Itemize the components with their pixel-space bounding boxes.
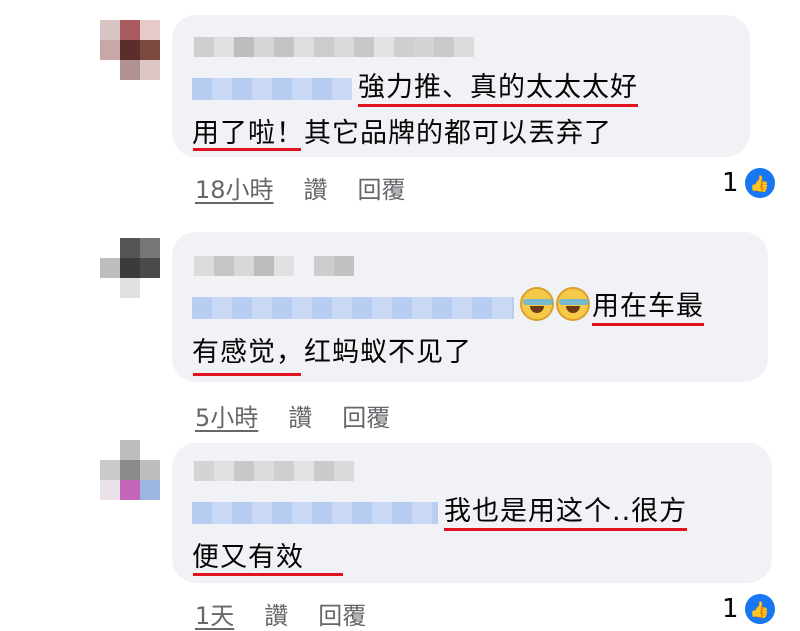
like-button[interactable]: 讚 [304,170,328,205]
comment-line: 用在车最 [592,291,704,326]
comment-line: 便又有效 [192,542,304,573]
reply-button[interactable]: 回覆 [318,596,366,631]
like-thumb-icon: 👍 [742,592,777,626]
tears-of-joy-emoji [520,287,554,321]
comment-line: 強力推、真的太太太好 [358,72,638,107]
avatar[interactable] [100,238,160,298]
comment-line: 有感觉，红蚂蚁不见了 [192,337,472,368]
mention-blurred[interactable] [192,77,352,100]
reply-button[interactable]: 回覆 [342,398,390,433]
like-count: 1 [722,168,739,198]
author-name-blurred[interactable] [194,37,474,57]
like-count: 1 [722,594,739,624]
comment-actions: 5小時 讚 回覆 [195,398,390,433]
author-name-blurred[interactable] [194,256,354,276]
comment-actions: 1天 讚 回覆 [195,596,366,631]
reply-button[interactable]: 回覆 [358,170,406,205]
mention-blurred[interactable] [192,296,514,319]
comment-bubble: 用在车最 有感觉，红蚂蚁不见了 [172,232,768,382]
comment-line-text: 用了啦！其它品牌的都可以丟弃了 [192,118,612,149]
comment-line: 我也是用这个..很方 [444,496,688,531]
comment-bubble: 我也是用这个..很方 便又有效 [172,443,772,583]
annotation-underline [193,373,301,376]
comment-time[interactable]: 18小時 [195,170,274,205]
comment-time[interactable]: 1天 [195,596,234,631]
like-button[interactable]: 讚 [264,596,288,631]
comment-time[interactable]: 5小時 [195,398,258,433]
annotation-underline [193,148,301,151]
like-thumb-icon: 👍 [742,166,777,200]
reaction-count[interactable]: 1 👍 [722,592,777,626]
avatar[interactable] [100,20,160,80]
comment-bubble: 強力推、真的太太太好 用了啦！其它品牌的都可以丟弃了 [172,15,750,157]
author-name-blurred[interactable] [194,461,354,481]
annotation-underline [193,573,343,576]
comment-text: 用在车最 有感觉，红蚂蚁不见了 [192,284,704,376]
tears-of-joy-emoji [556,287,590,321]
reaction-count[interactable]: 1 👍 [722,166,777,200]
comment-text: 我也是用这个..很方 便又有效 [192,489,688,581]
comment-line: 用了啦！其它品牌的都可以丟弃了 [192,118,612,149]
like-button[interactable]: 讚 [288,398,312,433]
comment-actions: 18小時 讚 回覆 [195,170,406,205]
mention-blurred[interactable] [192,501,438,524]
comment-text: 強力推、真的太太太好 用了啦！其它品牌的都可以丟弃了 [192,65,638,157]
avatar[interactable] [100,440,160,500]
